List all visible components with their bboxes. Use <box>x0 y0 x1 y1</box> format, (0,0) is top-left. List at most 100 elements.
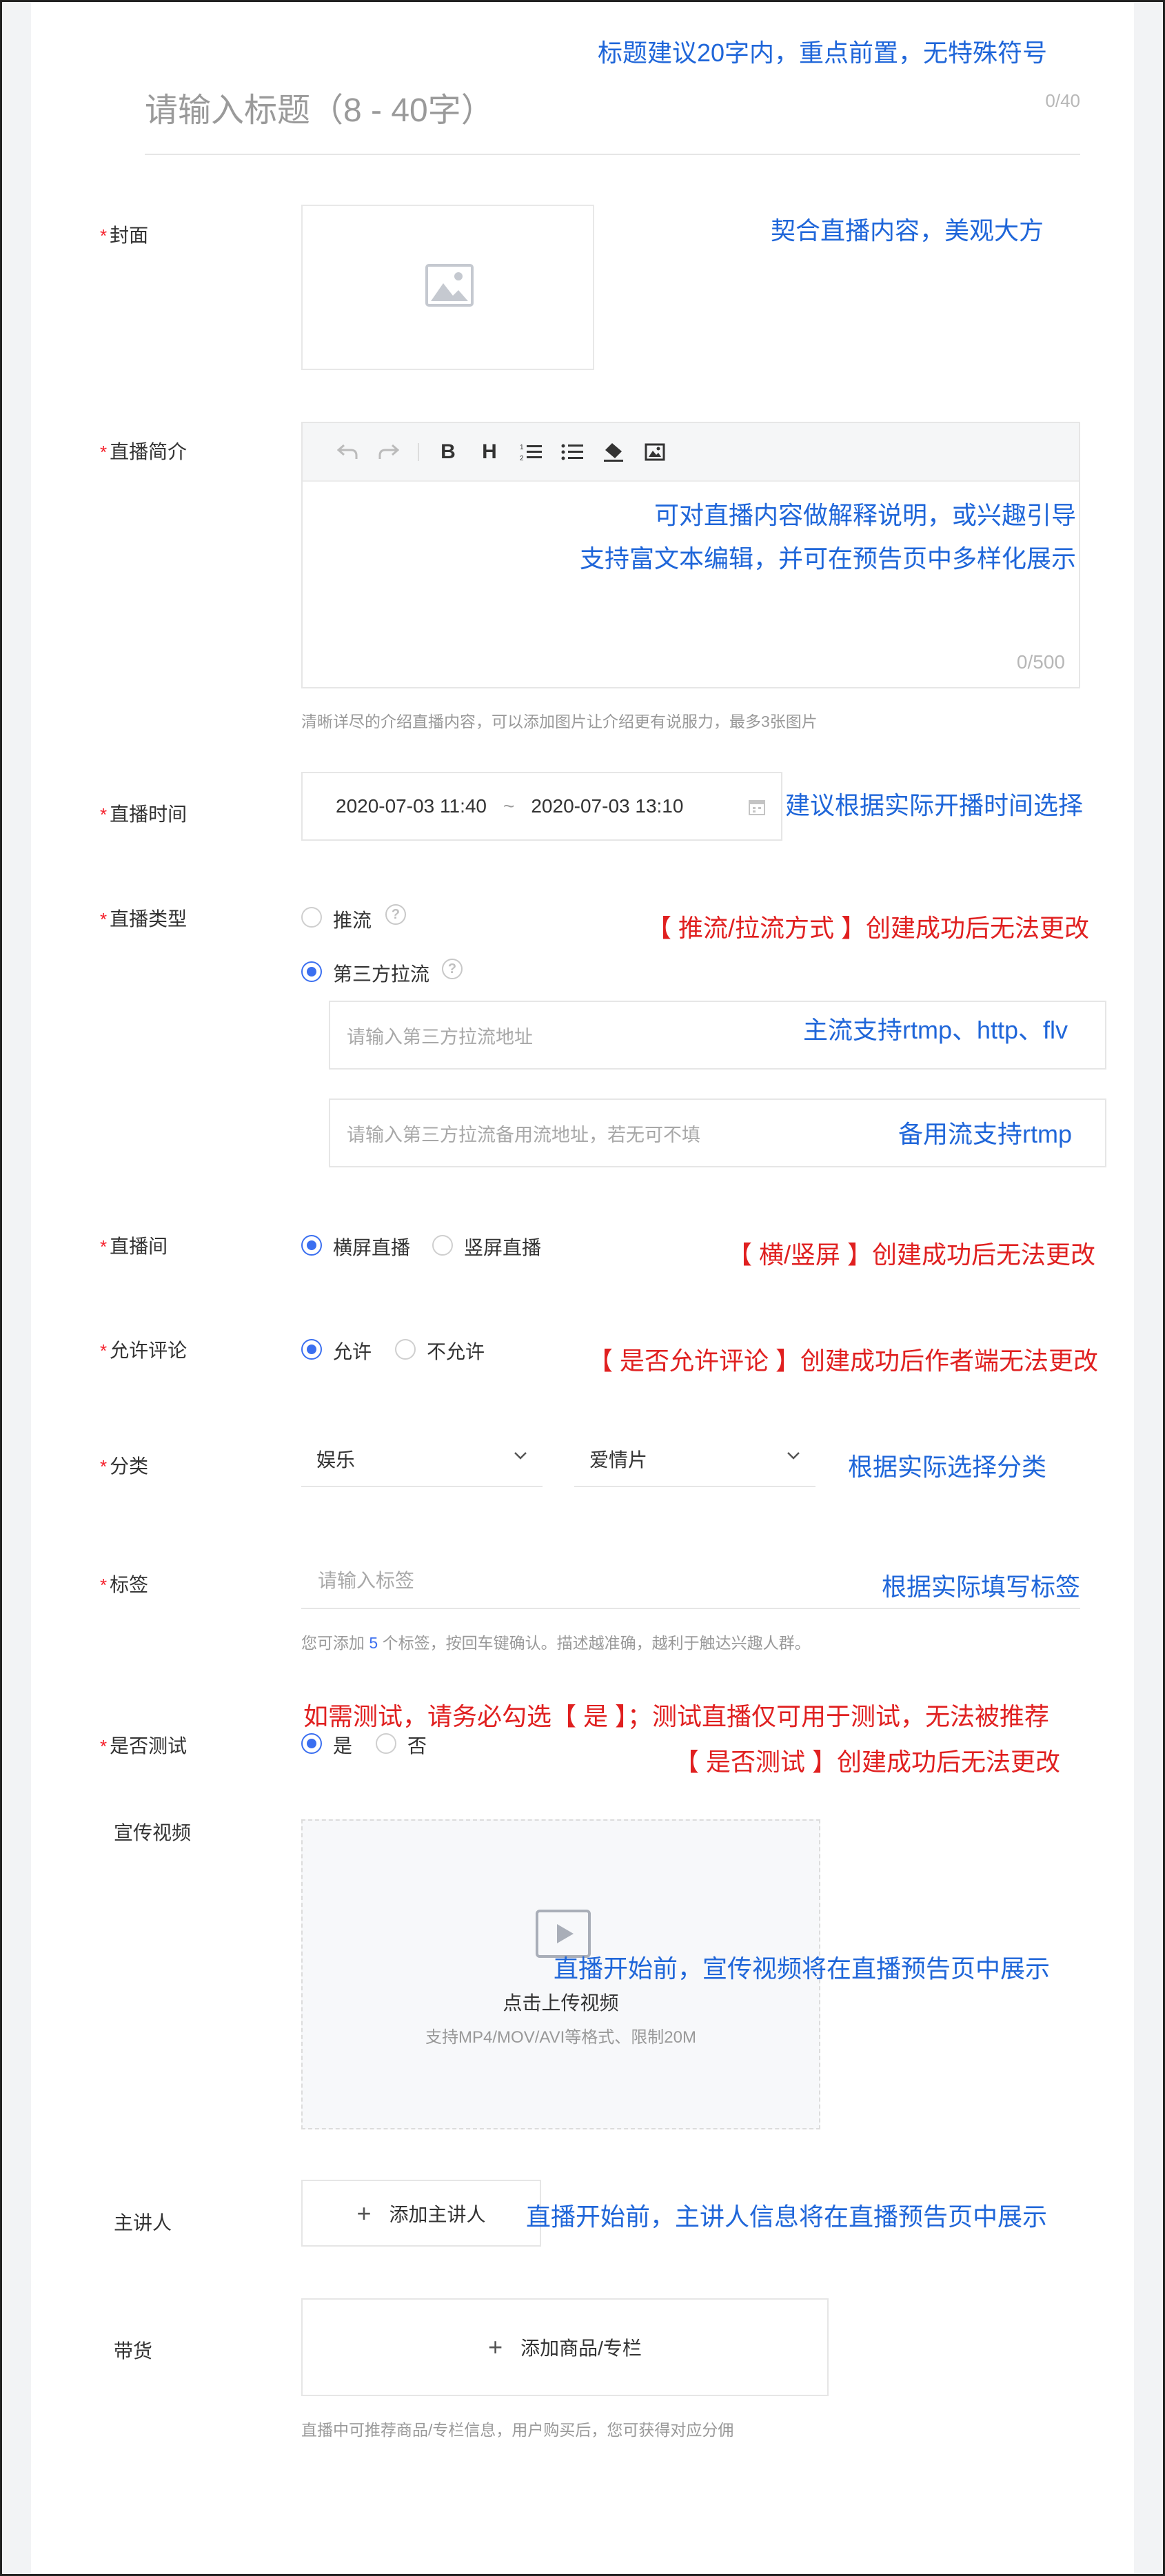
svg-text:2: 2 <box>520 455 524 462</box>
required-star: * <box>100 909 108 930</box>
required-star: * <box>100 1575 108 1595</box>
cover-label-text: 封面 <box>110 225 149 246</box>
radio-allow-label: 允许 <box>333 1341 372 1362</box>
date-range-picker[interactable]: 2020-07-03 11:40 ~ 2020-07-03 13:10 <box>301 772 782 841</box>
radio-test-no[interactable] <box>376 1733 396 1754</box>
category-label-text: 分类 <box>110 1455 149 1477</box>
test-note-1: 如需测试，请务必勾选【 是 】；测试直播仅可用于测试，无法被推荐 <box>303 1702 1050 1730</box>
video-note: 直播开始前，宣传视频将在直播预告页中展示 <box>554 1954 1051 1983</box>
plus-icon: + <box>488 2333 503 2361</box>
title-char-count: 0/40 <box>1045 90 1080 111</box>
category-select-1[interactable]: 娱乐 <box>301 1432 543 1487</box>
image-icon[interactable] <box>634 431 676 473</box>
chevron-down-icon <box>787 1452 800 1460</box>
radio-test-no-label: 否 <box>407 1735 427 1757</box>
upload-video-hint: 支持MP4/MOV/AVI等格式、限制20M <box>425 2028 696 2047</box>
required-star: * <box>100 1736 108 1757</box>
intro-char-count: 0/500 <box>1016 651 1065 673</box>
comment-label: * 允许评论 <box>100 1336 187 1363</box>
cover-label: * 封面 <box>100 221 148 248</box>
comment-note: 【 是否允许评论 】创建成功后作者端无法更改 <box>588 1347 1099 1375</box>
add-goods-button[interactable]: + 添加商品/专栏 <box>301 2298 829 2396</box>
heading-icon[interactable]: H <box>469 431 510 473</box>
required-star: * <box>100 1236 108 1257</box>
category-value-2: 爱情片 <box>589 1449 648 1471</box>
radio-pull-label: 第三方拉流 <box>333 963 430 985</box>
tag-placeholder: 请输入标签 <box>318 1570 415 1591</box>
add-speaker-button[interactable]: + 添加主讲人 <box>301 2180 541 2247</box>
tag-input[interactable]: 请输入标签 根据实际填写标签 <box>301 1551 1080 1609</box>
image-placeholder-icon <box>425 264 474 307</box>
svg-text:1: 1 <box>520 444 524 451</box>
undo-icon[interactable] <box>327 431 368 473</box>
room-note: 【 横/竖屏 】创建成功后无法更改 <box>727 1240 1096 1269</box>
tags-hint: 您可添加 5 个标签，按回车键确认。描述越准确，越利于触达兴趣人群。 <box>301 1630 811 1653</box>
test-label-text: 是否测试 <box>110 1735 188 1757</box>
category-select-2[interactable]: 爱情片 <box>574 1432 816 1487</box>
intro-label-text: 直播简介 <box>110 441 188 462</box>
add-goods-label: 添加商品/专栏 <box>520 2338 642 2359</box>
radio-push-label: 推流 <box>333 910 372 931</box>
category-note: 根据实际选择分类 <box>848 1453 1047 1481</box>
eraser-icon[interactable] <box>593 431 634 473</box>
tags-hint-a: 您可添加 <box>301 1634 365 1652</box>
intro-note-2: 支持富文本编辑，并可在预告页中多样化展示 <box>579 544 1076 573</box>
speaker-note: 直播开始前，主讲人信息将在直播预告页中展示 <box>526 2202 1048 2231</box>
goods-label: 带货 <box>114 2340 153 2362</box>
cover-upload[interactable] <box>301 205 594 370</box>
chevron-down-icon <box>514 1452 527 1460</box>
radio-pull[interactable] <box>301 961 322 982</box>
test-label: * 是否测试 <box>100 1731 187 1759</box>
help-icon[interactable]: ? <box>385 904 406 925</box>
tags-hint-num: 5 <box>369 1634 378 1652</box>
calendar-icon <box>749 800 765 815</box>
upload-video-text: 点击上传视频 <box>503 1992 619 2014</box>
tags-hint-b: 个标签，按回车键确认。描述越准确，越利于触达兴趣人群。 <box>382 1634 811 1652</box>
radio-allow[interactable] <box>301 1339 322 1360</box>
help-icon[interactable]: ? <box>442 959 463 979</box>
time-label-text: 直播时间 <box>110 804 188 825</box>
required-star: * <box>100 804 108 825</box>
time-note: 建议根据实际开播时间选择 <box>785 791 1084 819</box>
radio-disallow[interactable] <box>395 1339 416 1360</box>
title-note: 标题建议20字内，重点前置，无特殊符号 <box>598 39 1048 67</box>
tags-note: 根据实际填写标签 <box>881 1573 1080 1601</box>
radio-test-yes-label: 是 <box>333 1735 353 1757</box>
radio-landscape-label: 横屏直播 <box>333 1237 411 1258</box>
title-placeholder: 请输入标题（8 - 40字） <box>145 92 494 129</box>
intro-hint: 清晰详尽的介绍直播内容，可以添加图片让介绍更有说服力，最多3张图片 <box>301 713 818 730</box>
type-label-text: 直播类型 <box>110 908 188 930</box>
page-background-left <box>2 0 31 2576</box>
required-star: * <box>100 225 108 246</box>
bold-icon[interactable]: B <box>427 431 469 473</box>
category-label: * 分类 <box>100 1451 148 1479</box>
editor-toolbar: B H 12 <box>303 423 1079 482</box>
room-label: * 直播间 <box>100 1231 168 1259</box>
radio-landscape[interactable] <box>301 1235 322 1256</box>
required-star: * <box>100 442 108 462</box>
radio-push[interactable] <box>301 907 322 928</box>
bullet-list-icon[interactable] <box>551 431 593 473</box>
ordered-list-icon[interactable]: 12 <box>510 431 551 473</box>
redo-icon[interactable] <box>368 431 409 473</box>
intro-editor[interactable]: B H 12 可对直播内容做解释说明，或兴趣引导 支持富文本编辑，并可在预告页中… <box>301 422 1080 688</box>
page-background-right <box>1134 0 1163 2576</box>
backup-url-placeholder: 请输入第三方拉流备用流地址，若无可不填 <box>347 1124 700 1145</box>
test-note-2: 【 是否测试 】创建成功后无法更改 <box>674 1748 1061 1776</box>
end-time: 2020-07-03 13:10 <box>531 795 684 817</box>
plus-icon: + <box>356 2198 372 2227</box>
tags-label: * 标签 <box>100 1570 148 1597</box>
title-input[interactable]: 请输入标题（8 - 40字） 0/40 <box>145 65 1080 155</box>
backup-url-note: 备用流支持rtmp <box>898 1120 1073 1148</box>
form-card: 标题建议20字内，重点前置，无特殊符号 请输入标题（8 - 40字） 0/40 … <box>31 0 1134 2576</box>
radio-disallow-label: 不允许 <box>427 1341 485 1362</box>
comment-label-text: 允许评论 <box>110 1340 188 1361</box>
pull-url-note: 主流支持rtmp、http、flv <box>803 1016 1068 1044</box>
radio-portrait[interactable] <box>432 1235 453 1256</box>
required-star: * <box>100 1456 108 1477</box>
speaker-label: 主讲人 <box>114 2212 172 2233</box>
toolbar-divider <box>418 442 419 461</box>
cover-note: 契合直播内容，美观大方 <box>771 216 1044 245</box>
type-label: * 直播类型 <box>100 904 187 932</box>
radio-test-yes[interactable] <box>301 1733 322 1754</box>
